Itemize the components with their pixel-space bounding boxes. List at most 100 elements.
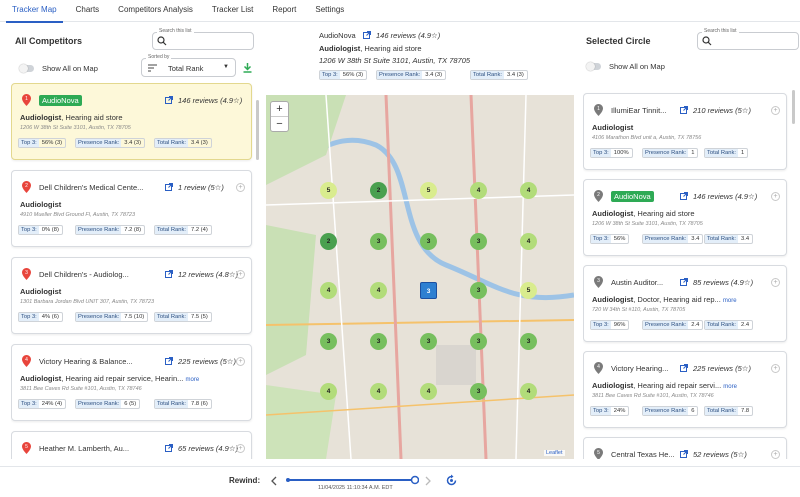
map-cluster-marker[interactable]: 3 (470, 233, 487, 250)
map-pin-icon: 4 (22, 355, 31, 367)
chevron-down-icon: ▼ (223, 64, 229, 70)
add-to-map-button[interactable]: + (236, 183, 245, 192)
map-pin-icon: 3 (594, 276, 603, 288)
tab-charts[interactable]: Charts (76, 0, 100, 22)
external-link-icon[interactable] (680, 192, 688, 200)
map-cluster-marker[interactable]: 3 (420, 282, 437, 299)
external-link-icon[interactable] (680, 278, 688, 286)
zoom-out-button[interactable]: − (271, 117, 288, 132)
map-cluster-marker[interactable]: 3 (470, 383, 487, 400)
sort-icon (148, 64, 157, 72)
competitor-card[interactable]: 5 Heather M. Lamberth, Au... 65 reviews (4… (11, 431, 252, 459)
map-cluster-marker[interactable]: 4 (370, 383, 387, 400)
right-show-all-toggle[interactable]: Show All on Map (586, 62, 665, 71)
external-link-icon[interactable] (680, 450, 688, 458)
tab-competitors-analysis[interactable]: Competitors Analysis (118, 0, 193, 22)
tab-tracker-map[interactable]: Tracker Map (6, 0, 63, 23)
map-cluster-marker[interactable]: 3 (320, 333, 337, 350)
center-address: 1206 W 38th St Suite 3101, Austin, TX 78… (319, 56, 471, 65)
right-competitor-list[interactable]: 1 IllumiEar Tinnit... 210 reviews (5☆) + Aud… (583, 86, 789, 459)
download-icon[interactable] (243, 63, 252, 73)
map-cluster-marker[interactable]: 3 (520, 333, 537, 350)
left-scrollbar[interactable] (256, 100, 259, 160)
show-all-label: Show All on Map (609, 62, 665, 71)
map-cluster-marker[interactable]: 4 (320, 282, 337, 299)
right-scrollbar[interactable] (792, 90, 795, 124)
competitor-card[interactable]: 1 IllumiEar Tinnit... 210 reviews (5☆) + Aud… (583, 93, 787, 170)
external-link-icon[interactable] (165, 444, 173, 452)
map-cluster-marker[interactable]: 4 (370, 282, 387, 299)
tab-tracker-list[interactable]: Tracker List (212, 0, 254, 22)
map-cluster-marker[interactable]: 3 (470, 333, 487, 350)
competitor-card[interactable]: 3 Austin Auditor... 85 reviews (4.9☆) + Audi… (583, 265, 787, 342)
toggle-switch[interactable] (586, 62, 601, 71)
add-to-map-button[interactable]: + (236, 357, 245, 366)
add-to-map-button[interactable]: + (236, 270, 245, 279)
map[interactable] (266, 95, 574, 459)
more-link[interactable]: more (723, 298, 737, 304)
map-cluster-marker[interactable]: 4 (520, 233, 537, 250)
competitor-card[interactable]: 4 Victory Hearing & Balance... 225 reviews… (11, 344, 252, 421)
add-to-map-button[interactable]: + (771, 192, 780, 201)
external-link-icon[interactable] (165, 183, 173, 191)
replay-icon[interactable] (445, 474, 458, 487)
map-cluster-marker[interactable]: 3 (420, 233, 437, 250)
external-link-icon[interactable] (165, 96, 173, 104)
sort-label: Sorted by (146, 54, 172, 60)
center-top3-chip: Top 3: 56% (3) (319, 70, 368, 80)
competitor-card[interactable]: 2 AudioNova 146 reviews (4.9☆) + Audiologist… (583, 179, 787, 256)
competitor-card[interactable]: 1 AudioNova 146 reviews (4.9☆) Audiologist,… (11, 83, 252, 160)
leaflet-attribution[interactable]: Leaflet (544, 450, 565, 456)
add-to-map-button[interactable]: + (771, 106, 780, 115)
external-link-icon[interactable] (680, 106, 688, 114)
map-cluster-marker[interactable]: 4 (470, 182, 487, 199)
map-cluster-marker[interactable]: 3 (420, 333, 437, 350)
address: 720 W 34th St #110, Austin, TX 78705 (592, 307, 686, 313)
competitor-card[interactable]: 2 Dell Children's Medical Cente... 1 revie… (11, 170, 252, 247)
map-cluster-marker[interactable]: 4 (420, 383, 437, 400)
chevron-left-icon[interactable] (270, 476, 278, 486)
competitor-card[interactable]: 4 Victory Hearing... 225 reviews (5☆) + Audi… (583, 351, 787, 428)
map-cluster-marker[interactable]: 4 (520, 383, 537, 400)
external-link-icon[interactable] (165, 270, 173, 278)
category: Audiologist (20, 200, 62, 209)
map-cluster-marker[interactable]: 5 (320, 182, 337, 199)
add-to-map-button[interactable]: + (236, 444, 245, 453)
tab-bar: Tracker Map Charts Competitors Analysis Tra… (0, 0, 800, 23)
competitor-card[interactable]: 3 Dell Children's - Audiolog... 12 reviews… (11, 257, 252, 334)
map-cluster-marker[interactable]: 4 (320, 383, 337, 400)
external-link-icon[interactable] (165, 357, 173, 365)
map-cluster-marker[interactable]: 5 (520, 282, 537, 299)
external-link-icon[interactable] (363, 31, 371, 39)
map-cluster-marker[interactable]: 3 (370, 233, 387, 250)
left-competitor-list[interactable]: 1 AudioNova 146 reviews (4.9☆) Audiologist,… (11, 83, 254, 459)
zoom-in-button[interactable]: + (271, 102, 288, 117)
left-show-all-toggle[interactable]: Show All on Map (19, 64, 98, 73)
left-search-input[interactable]: Search this list (152, 28, 254, 50)
pin-rank: 4 (597, 364, 600, 370)
map-cluster-marker[interactable]: 3 (370, 333, 387, 350)
external-link-icon[interactable] (680, 364, 688, 372)
add-to-map-button[interactable]: + (771, 450, 780, 459)
more-link[interactable]: more (185, 377, 199, 383)
tab-report[interactable]: Report (272, 0, 296, 22)
add-to-map-button[interactable]: + (771, 364, 780, 373)
chevron-right-icon[interactable] (424, 476, 432, 486)
tab-settings[interactable]: Settings (315, 0, 344, 22)
competitor-name: IllumiEar Tinnit... (611, 106, 667, 115)
map-cluster-marker[interactable]: 2 (320, 233, 337, 250)
toggle-switch[interactable] (19, 64, 34, 73)
sort-select[interactable]: Sorted by Total Rank ▼ (141, 54, 236, 77)
map-cluster-marker[interactable]: 2 (370, 182, 387, 199)
map-cluster-marker[interactable]: 3 (470, 282, 487, 299)
search-label: Search this list (702, 28, 739, 34)
more-link[interactable]: more (723, 384, 737, 390)
map-cluster-marker[interactable]: 5 (420, 182, 437, 199)
map-cluster-marker[interactable]: 4 (520, 182, 537, 199)
competitor-card[interactable]: 5 Central Texas He... 52 reviews (5☆) + (583, 437, 787, 459)
right-search-input[interactable]: Search this list (697, 28, 799, 50)
rewind-slider[interactable] (284, 475, 419, 485)
search-icon (702, 36, 712, 46)
add-to-map-button[interactable]: + (771, 278, 780, 287)
zoom-control[interactable]: + − (270, 101, 289, 132)
